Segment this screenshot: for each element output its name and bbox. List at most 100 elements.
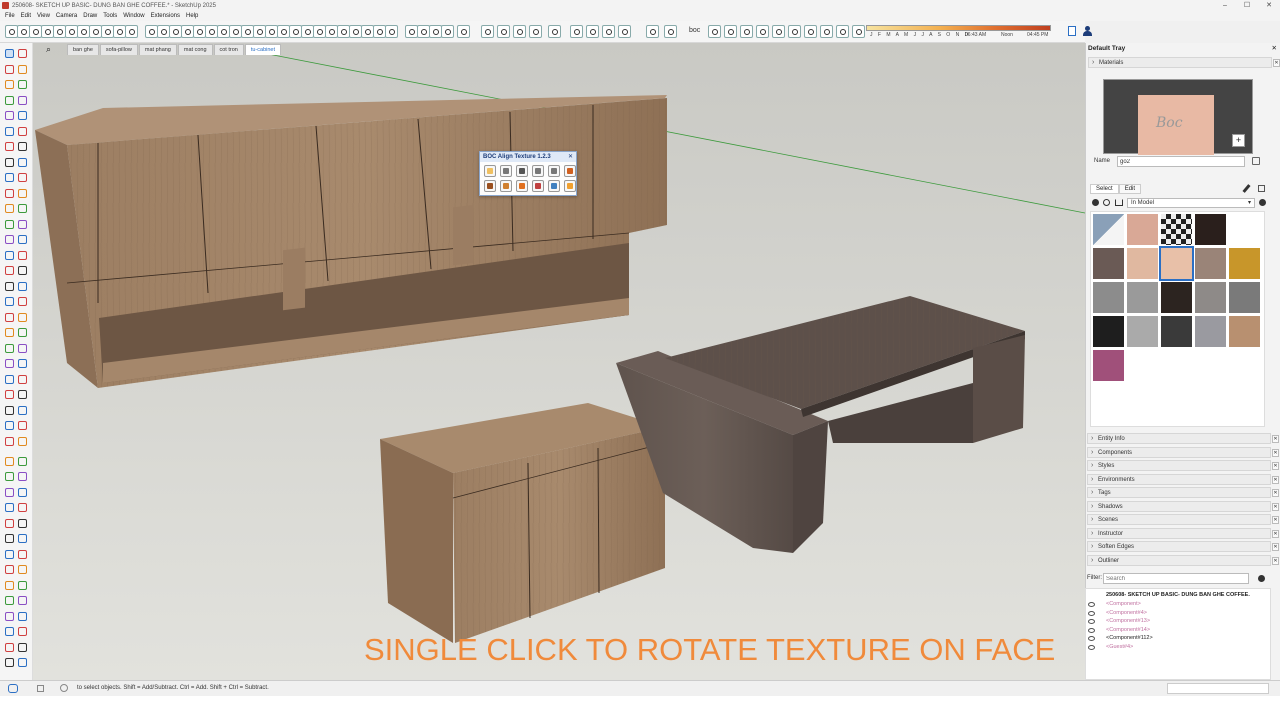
ruby-icon[interactable] [529,25,542,38]
layout-icon[interactable] [497,25,510,38]
panel-components[interactable]: Components ✕ [1087,446,1279,458]
left-tool-60-icon[interactable] [4,518,15,529]
left-tool-61-icon[interactable] [17,518,28,529]
scene-tab-sofa-pillow[interactable]: sofa-pillow [99,44,138,55]
left-tool-71-icon[interactable] [17,595,28,606]
fog-icon[interactable] [820,25,833,38]
drape-icon[interactable] [441,25,454,38]
left-tool-20-icon[interactable] [4,203,15,214]
material-swatch-3[interactable] [1195,214,1226,245]
material-swatch-18[interactable] [1195,316,1226,347]
left-tool-31-icon[interactable] [17,281,28,292]
scene-tab-ban-ghe[interactable]: ban ghe [67,44,99,55]
shaded-icon[interactable] [756,25,769,38]
wire-icon[interactable] [724,25,737,38]
left-tool-67-icon[interactable] [17,564,28,575]
panel-close-button[interactable]: ✕ [1272,529,1279,538]
user-account-icon[interactable] [1083,26,1092,36]
left-tool-72-icon[interactable] [4,611,15,622]
outliner-item[interactable]: <Component#13> [1106,618,1150,624]
panel-close-button[interactable]: ✕ [1272,556,1279,565]
back-icon[interactable] [618,25,631,38]
material-swatch-11[interactable] [1127,282,1158,313]
material-swatch-0[interactable] [1093,214,1124,245]
panel-close-button[interactable]: ✕ [1272,435,1279,443]
menu-file[interactable]: File [5,13,15,19]
left-tool-36-icon[interactable] [4,327,15,338]
collection-details-icon[interactable] [1259,199,1266,206]
left-tool-55-icon[interactable] [17,471,28,482]
visibility-eye-icon[interactable] [1088,602,1095,607]
outliner-filter-field[interactable] [1103,573,1249,584]
menu-help[interactable]: Help [186,13,198,19]
left-tool-9-icon[interactable] [17,110,28,121]
panel-shadows[interactable]: Shadows ✕ [1087,500,1279,512]
tool-icon[interactable] [852,25,865,38]
new-file-icon[interactable] [1068,26,1076,36]
material-swatch-4[interactable] [1229,214,1260,245]
material-swatch-1[interactable] [1127,214,1158,245]
material-swatch-6[interactable] [1127,248,1158,279]
maximize-button[interactable]: ☐ [1236,0,1258,11]
left-tool-13-icon[interactable] [17,141,28,152]
tray-close-button[interactable]: ✕ [1272,44,1277,52]
help-icon[interactable] [60,684,68,692]
panel-scenes[interactable]: Scenes ✕ [1087,514,1279,525]
left-tool-40-icon[interactable] [4,358,15,369]
panel-instructor[interactable]: Instructor ✕ [1087,527,1279,539]
shadow-time-slider[interactable] [866,25,1051,31]
left-tool-1-icon[interactable] [17,48,28,59]
material-swatch-16[interactable] [1127,316,1158,347]
left-tool-46-icon[interactable] [4,405,15,416]
align-texture-tool-10-icon[interactable] [548,180,560,192]
menu-camera[interactable]: Camera [56,13,77,19]
left-tool-70-icon[interactable] [4,595,15,606]
panel-soften-edges[interactable]: Soften Edges ✕ [1087,541,1279,552]
back-edges-icon[interactable] [804,25,817,38]
left-tool-74-icon[interactable] [4,626,15,637]
left-tool-58-icon[interactable] [4,502,15,513]
tab-select[interactable]: Select [1090,184,1119,194]
left-tool-63-icon[interactable] [17,533,28,544]
paint-bucket-icon[interactable] [1252,157,1260,165]
material-swatch-7[interactable] [1159,246,1194,281]
left-tool-11-icon[interactable] [17,126,28,137]
left-tool-47-icon[interactable] [17,405,28,416]
style-icon[interactable] [513,25,526,38]
panel-environments[interactable]: Environments ✕ [1087,473,1279,485]
3d-viewport[interactable] [33,43,1085,680]
visibility-eye-icon[interactable] [1088,644,1095,650]
left-tool-15-icon[interactable] [17,157,28,168]
scene-tab-tu-cabinet[interactable]: tu-cabinet [244,44,281,55]
material-swatch-5[interactable] [1093,248,1124,279]
left-icon[interactable] [646,25,659,38]
base-cabinet[interactable] [380,403,666,643]
material-swatch-10[interactable] [1093,282,1124,313]
material-swatch-12[interactable] [1161,282,1192,313]
measurements-box[interactable] [1167,683,1269,694]
material-swatch-9[interactable] [1229,248,1260,279]
panel-tags[interactable]: Tags ✕ [1087,487,1279,498]
materials-close-button[interactable]: ✕ [1273,59,1280,67]
left-tool-0-icon[interactable] [4,48,15,59]
office-desk[interactable] [616,296,1025,553]
scene-tab-mat-phang[interactable]: mat phang [138,44,177,55]
tool-icon[interactable] [836,25,849,38]
material-name-field[interactable] [1117,156,1245,167]
left-tool-35-icon[interactable] [17,312,28,323]
left-tool-29-icon[interactable] [17,265,28,276]
scene-tab-cot-tron[interactable]: cot tron [213,44,244,55]
left-tool-12-icon[interactable] [4,141,15,152]
left-tool-45-icon[interactable] [17,389,28,400]
left-tool-38-icon[interactable] [4,343,15,354]
align-texture-tool-2-icon[interactable] [516,165,528,177]
left-tool-8-icon[interactable] [4,110,15,121]
left-tool-6-icon[interactable] [4,95,15,106]
left-tool-4-icon[interactable] [4,79,15,90]
left-tool-50-icon[interactable] [4,436,15,447]
outliner-item[interactable]: <Component#4> [1106,610,1147,616]
left-tool-62-icon[interactable] [4,533,15,544]
back-icon[interactable] [1092,199,1099,206]
create-material-button[interactable]: + [1232,134,1245,147]
hidden-icon[interactable] [740,25,753,38]
